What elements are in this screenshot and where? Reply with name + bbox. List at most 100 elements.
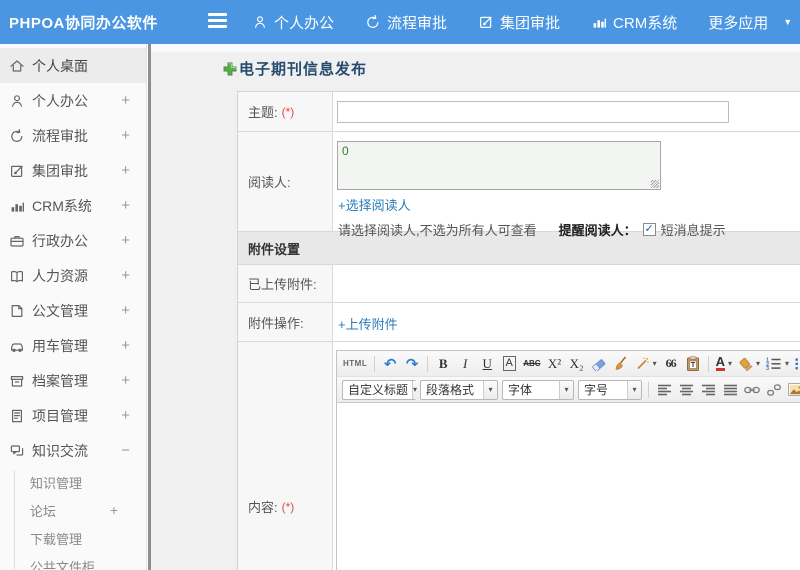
sidebar-item-2[interactable]: 个人办公 +	[0, 83, 146, 118]
nav-item-3[interactable]: 集团审批	[478, 12, 560, 33]
sidebar-item-1[interactable]: 个人桌面	[0, 48, 146, 83]
expand-icon[interactable]: +	[121, 302, 130, 319]
subscript-button[interactable]: X₂	[567, 354, 587, 374]
blockquote-button[interactable]: 66	[661, 354, 681, 374]
expand-icon[interactable]: +	[121, 162, 130, 179]
nav-item-1[interactable]: 个人办公	[252, 12, 334, 33]
wand-icon	[635, 356, 650, 371]
font-size-select[interactable]: 字号 ▾	[578, 379, 642, 400]
sidebar-submenu: 知识管理 论坛 + 下载管理 公共文件柜	[0, 468, 146, 570]
unordered-list-button[interactable]	[793, 354, 800, 374]
sidebar-item-5[interactable]: CRM系统 +	[0, 188, 146, 223]
expand-icon[interactable]: +	[121, 267, 130, 284]
sidebar-item-12[interactable]: 知识交流 −	[0, 433, 146, 468]
expand-icon[interactable]: +	[121, 337, 130, 354]
sidebar-item-7[interactable]: 人力资源 +	[0, 258, 146, 293]
justify-icon	[723, 384, 737, 396]
brush-icon	[613, 356, 628, 371]
justify-button[interactable]	[720, 380, 740, 400]
ordered-list-button[interactable]: 1 2 3 ▾	[764, 354, 791, 374]
nav-item-5[interactable]: 更多应用 ▼	[708, 12, 792, 33]
undo-button[interactable]: ↶	[380, 354, 400, 374]
expand-icon[interactable]: +	[121, 407, 130, 424]
sidebar-item-label: 个人桌面	[32, 57, 88, 74]
nav-item-label: 更多应用	[708, 14, 769, 32]
unlink-button[interactable]	[764, 380, 784, 400]
nav-item-2[interactable]: 流程审批	[365, 12, 447, 33]
quick-format-button[interactable]: ▾	[633, 354, 659, 374]
nav-item-4[interactable]: CRM系统	[591, 12, 677, 33]
expand-icon[interactable]: +	[121, 197, 130, 214]
uploaded-attachments-value	[333, 265, 800, 302]
expand-icon[interactable]: +	[121, 372, 130, 389]
sidebar-item-4[interactable]: 集团审批 +	[0, 153, 146, 188]
expand-icon[interactable]: +	[121, 92, 130, 109]
format-brush-button[interactable]	[611, 354, 631, 374]
paragraph-select[interactable]: 段落格式 ▾	[420, 379, 498, 400]
sidebar-item-3[interactable]: 流程审批 +	[0, 118, 146, 153]
app-logo: PHPOA协同办公软件	[9, 14, 158, 32]
bold-button[interactable]: B	[433, 354, 453, 374]
align-center-button[interactable]	[676, 380, 696, 400]
strikethrough-button[interactable]: ABC	[521, 354, 542, 374]
chart-icon	[9, 198, 25, 214]
uploaded-attachments-label: 已上传附件:	[238, 265, 333, 302]
hamburger-menu-icon[interactable]	[208, 13, 227, 30]
border-a-button[interactable]: A	[499, 354, 519, 374]
sidebar-subitem-2[interactable]: 论坛 +	[0, 496, 146, 524]
align-right-icon	[701, 384, 715, 396]
sidebar-item-8[interactable]: 公文管理 +	[0, 293, 146, 328]
select-label: 段落格式	[426, 383, 475, 397]
font-color-button[interactable]: A ▾	[714, 354, 734, 374]
align-right-button[interactable]	[698, 380, 718, 400]
readers-textarea[interactable]: 0	[337, 141, 661, 190]
remove-format-button[interactable]	[589, 354, 609, 374]
chat-icon	[9, 443, 25, 459]
sidebar-subitem-1[interactable]: 知识管理	[0, 468, 146, 496]
upload-attachment-link[interactable]: +上传附件	[338, 314, 398, 333]
top-nav: 个人办公 流程审批 集团审批 CRM系统 更多应用 ▼	[252, 0, 800, 44]
image-button[interactable]	[786, 380, 800, 400]
toolbar-divider	[427, 355, 429, 372]
sidebar-item-9[interactable]: 用车管理 +	[0, 328, 146, 363]
user-icon	[9, 93, 25, 109]
sms-checkbox[interactable]: ✓	[642, 223, 656, 236]
button-glyph: I	[463, 355, 468, 371]
subject-input[interactable]	[337, 101, 729, 123]
expand-icon[interactable]: +	[121, 232, 130, 249]
button-glyph: A	[715, 354, 725, 371]
sidebar-subitem-4[interactable]: 公共文件柜	[0, 552, 146, 570]
sidebar-item-label: 知识交流	[32, 442, 88, 459]
font-family-select[interactable]: 字体 ▾	[502, 379, 574, 400]
paste-text-button[interactable]: T	[683, 354, 703, 374]
highlight-color-button[interactable]: ▾	[736, 354, 762, 374]
align-left-button[interactable]	[654, 380, 674, 400]
ordered-list-icon: 123	[766, 357, 782, 370]
editor-content-area[interactable]	[337, 403, 800, 570]
sidebar-item-11[interactable]: 项目管理 +	[0, 398, 146, 433]
html-source-button[interactable]: HTML	[341, 354, 369, 374]
page-title-text: 电子期刊信息发布	[239, 61, 368, 78]
heading-select[interactable]: 自定义标题 ▾	[342, 379, 418, 400]
publish-form: 主题: (*) 阅读人: 0 +选择阅读人 请选择阅读人,不选为所有人可查看 提…	[237, 91, 800, 570]
sidebar-item-10[interactable]: 档案管理 +	[0, 363, 146, 398]
sidebar-item-label: 档案管理	[32, 372, 88, 389]
nav-item-label: CRM系统	[613, 14, 678, 32]
expand-icon[interactable]: +	[121, 127, 130, 144]
chevron-down-icon: ▾	[785, 359, 790, 368]
select-readers-link[interactable]: +选择阅读人	[338, 195, 411, 214]
resize-handle-icon[interactable]	[651, 180, 659, 188]
briefcase-icon	[9, 233, 25, 249]
sidebar-item-6[interactable]: 行政办公 +	[0, 223, 146, 258]
redo-button[interactable]: ↷	[402, 354, 422, 374]
underline-button[interactable]: U	[477, 354, 497, 374]
italic-button[interactable]: I	[455, 354, 475, 374]
chevron-down-icon: ▾	[483, 380, 497, 399]
link-button[interactable]	[742, 380, 762, 400]
expand-icon[interactable]: +	[110, 502, 118, 518]
collapse-icon[interactable]: −	[121, 442, 130, 459]
editor-toolbar-row2: 自定义标题 ▾ 段落格式 ▾ 字体 ▾ 字号 ▾	[337, 377, 800, 403]
sidebar-subitem-3[interactable]: 下载管理	[0, 524, 146, 552]
toolbar-divider	[648, 381, 649, 398]
superscript-button[interactable]: X²	[545, 354, 565, 374]
